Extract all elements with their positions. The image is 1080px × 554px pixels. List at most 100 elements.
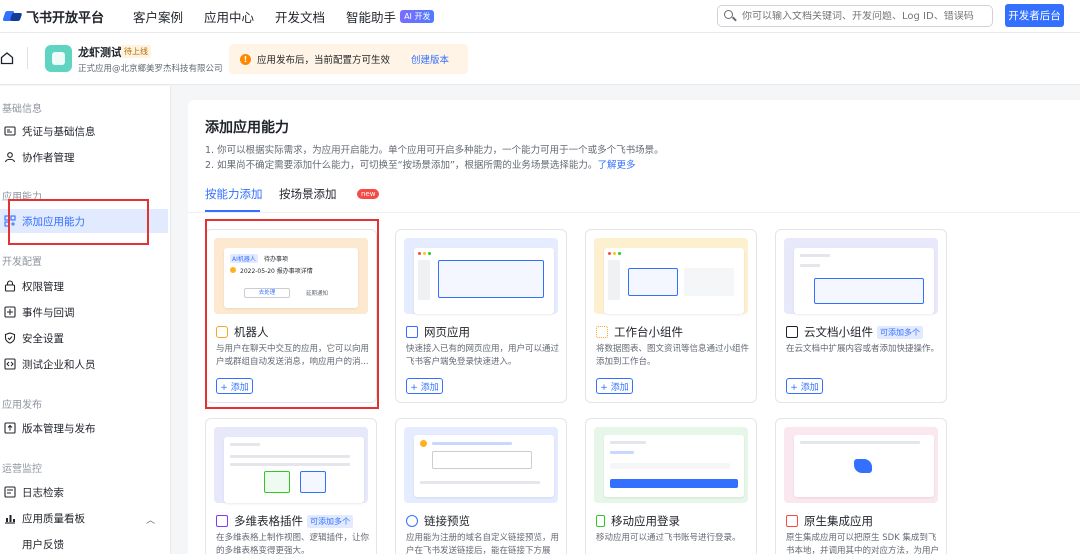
widget-icon — [596, 326, 608, 338]
sidebar-item-label: 凭证与基础信息 — [22, 125, 96, 138]
card-description: 在多维表格上制作视图、逻辑插件，让你的多维表格变得更强大。 — [216, 533, 370, 554]
tab-by-scenario[interactable]: 按场景添加 — [279, 186, 337, 202]
sidebar-item-quality-dashboard[interactable]: 应用质量看板 — [0, 506, 165, 530]
description-text: 2. 如果尚不确定需要添加什么能力，可切换至“按场景添加”，根据所需的业务场景选… — [205, 160, 598, 171]
card-illustration — [214, 427, 368, 503]
nav-link-docs[interactable]: 开发文档 — [275, 7, 325, 26]
warning-icon: ! — [240, 53, 251, 65]
card-description: 移动应用可以通过飞书账号进行登录。 — [596, 533, 741, 543]
ai-badge: AI 开发 — [400, 9, 435, 23]
sidebar: 基础信息 凭证与基础信息 协作者管理 应用能力 添加应用能力 开发配置 权限管理… — [0, 86, 171, 554]
card-title: 云文档小组件 可添加多个 — [786, 324, 923, 340]
add-web-app-button[interactable]: + 添加 — [406, 378, 443, 394]
lock-icon — [4, 280, 16, 292]
developer-console-button[interactable]: 开发者后台 — [1005, 4, 1064, 27]
sidebar-item-events[interactable]: 事件与回调 — [0, 300, 165, 324]
page-title: 添加应用能力 — [205, 120, 289, 136]
card-title: 工作台小组件 — [596, 324, 683, 340]
card-title-text: 多维表格插件 — [234, 514, 303, 528]
code-icon — [4, 358, 16, 370]
sidebar-item-label: 用户反馈 — [22, 538, 64, 551]
card-illustration — [594, 427, 748, 503]
link-icon — [406, 515, 418, 527]
capability-card-web-app[interactable]: 网页应用 快速接入已有的网页应用，用户可以通过飞书客户端免登录快速进入。 + 添… — [395, 229, 567, 403]
capability-card-bitable-plugin[interactable]: 多维表格插件 可添加多个 在多维表格上制作视图、逻辑插件，让你的多维表格变得更强… — [205, 418, 377, 554]
highlight-box — [8, 199, 149, 245]
upload-icon — [4, 422, 16, 434]
app-avatar — [45, 45, 72, 72]
tab-divider — [188, 212, 1080, 213]
sidebar-item-label: 版本管理与发布 — [22, 422, 96, 435]
nav-link-assistant[interactable]: 智能助手 — [346, 7, 396, 26]
card-description: 在云文档中扩展内容或者添加快捷操作。 — [786, 344, 940, 354]
event-icon — [4, 306, 16, 318]
sidebar-item-test-tenants[interactable]: 测试企业和人员 — [0, 352, 165, 376]
sidebar-item-release[interactable]: 版本管理与发布 — [0, 416, 165, 440]
card-title-text: 原生集成应用 — [804, 514, 873, 528]
search-box[interactable] — [717, 5, 993, 27]
app-header: 龙虾测试 待上线 正式应用@北京鄉美罗杰科技有限公司 ! 应用发布后，当前配置方… — [0, 33, 1080, 85]
card-title: 网页应用 — [406, 324, 470, 340]
card-title-text: 移动应用登录 — [611, 514, 680, 528]
highlight-box — [205, 219, 379, 409]
add-docs-widget-button[interactable]: + 添加 — [786, 378, 823, 394]
notice-text: 应用发布后，当前配置方可生效 — [257, 55, 391, 66]
sidebar-section-title: 应用发布 — [2, 400, 42, 411]
capability-card-native-integration[interactable]: 原生集成应用 原生集成应用可以把原生 SDK 集成到飞书本地，并调用其中的对应方… — [775, 418, 947, 554]
create-version-link[interactable]: 创建版本 — [411, 52, 449, 66]
card-description: 将数据图表、图文资讯等信息通过小组件添加到工作台。 — [596, 344, 750, 367]
feishu-logo-icon — [2, 9, 23, 23]
top-navigation: 飞书开放平台 客户案例 应用中心 开发文档 智能助手 AI 开发 开发者后台 — [0, 0, 1080, 33]
description-line-1: 1. 你可以根据实际需求，为应用开启能力。单个应用可开启多种能力，一个能力可用于… — [205, 145, 664, 156]
card-title-text: 云文档小组件 — [804, 325, 873, 339]
user-icon — [4, 151, 16, 163]
tab-by-capability[interactable]: 按能力添加 — [205, 186, 263, 202]
app-name: 龙虾测试 — [78, 46, 122, 59]
sidebar-item-logs[interactable]: 日志检索 — [0, 480, 165, 504]
sidebar-item-credentials[interactable]: 凭证与基础信息 — [0, 119, 165, 143]
divider — [27, 47, 28, 69]
status-badge: 待上线 — [121, 45, 151, 58]
card-title-text: 网页应用 — [424, 325, 470, 339]
multi-add-tag: 可添加多个 — [307, 514, 353, 528]
multi-add-tag: 可添加多个 — [877, 325, 923, 339]
add-workplace-widget-button[interactable]: + 添加 — [596, 378, 633, 394]
card-illustration — [594, 238, 748, 314]
sidebar-section-title: 开发配置 — [2, 257, 42, 268]
nav-link-app-center[interactable]: 应用中心 — [204, 7, 254, 26]
card-title: 多维表格插件 可添加多个 — [216, 513, 353, 529]
native-app-icon — [786, 515, 798, 527]
card-description: 应用能为注册的域名自定义链接预览，用户在飞书发送链接后，能在链接下方展示... — [406, 533, 560, 554]
card-illustration — [404, 238, 558, 314]
capability-card-docs-widget[interactable]: 云文档小组件 可添加多个 在云文档中扩展内容或者添加快捷操作。 + 添加 — [775, 229, 947, 403]
log-icon — [4, 486, 16, 498]
web-icon — [406, 326, 418, 338]
chevron-up-icon[interactable]: ︿ — [146, 513, 155, 526]
doc-widget-icon — [786, 326, 798, 338]
card-illustration — [404, 427, 558, 503]
sidebar-item-permissions[interactable]: 权限管理 — [0, 274, 165, 298]
sidebar-item-security[interactable]: 安全设置 — [0, 326, 165, 350]
card-description: 原生集成应用可以把原生 SDK 集成到飞书本地，并调用其中的对应方法，为用户提.… — [786, 533, 940, 554]
new-badge: new — [357, 189, 380, 199]
card-title: 原生集成应用 — [786, 513, 873, 529]
learn-more-link[interactable]: 了解更多 — [597, 160, 635, 171]
capability-card-link-preview[interactable]: 链接预览 应用能为注册的域名自定义链接预览，用户在飞书发送链接后，能在链接下方展… — [395, 418, 567, 554]
sidebar-section-title: 基础信息 — [2, 104, 42, 115]
phone-icon — [596, 515, 605, 527]
card-title: 链接预览 — [406, 513, 470, 529]
sidebar-item-label: 事件与回调 — [22, 306, 75, 319]
capability-card-mobile-login[interactable]: 移动应用登录 移动应用可以通过飞书账号进行登录。 — [585, 418, 757, 554]
sidebar-item-feedback[interactable]: 用户反馈 — [0, 532, 165, 554]
search-input[interactable] — [742, 10, 982, 22]
sidebar-item-collaborators[interactable]: 协作者管理 — [0, 145, 165, 169]
capability-card-workplace-widget[interactable]: 工作台小组件 将数据图表、图文资讯等信息通过小组件添加到工作台。 + 添加 — [585, 229, 757, 403]
home-icon[interactable] — [0, 51, 14, 65]
chart-icon — [4, 512, 16, 524]
sidebar-item-label: 日志检索 — [22, 486, 64, 499]
id-card-icon — [4, 125, 16, 137]
nav-link-cases[interactable]: 客户案例 — [133, 7, 183, 26]
brand-title: 飞书开放平台 — [26, 10, 105, 26]
brand[interactable]: 飞书开放平台 — [2, 7, 124, 26]
sidebar-item-label: 协作者管理 — [22, 151, 75, 164]
